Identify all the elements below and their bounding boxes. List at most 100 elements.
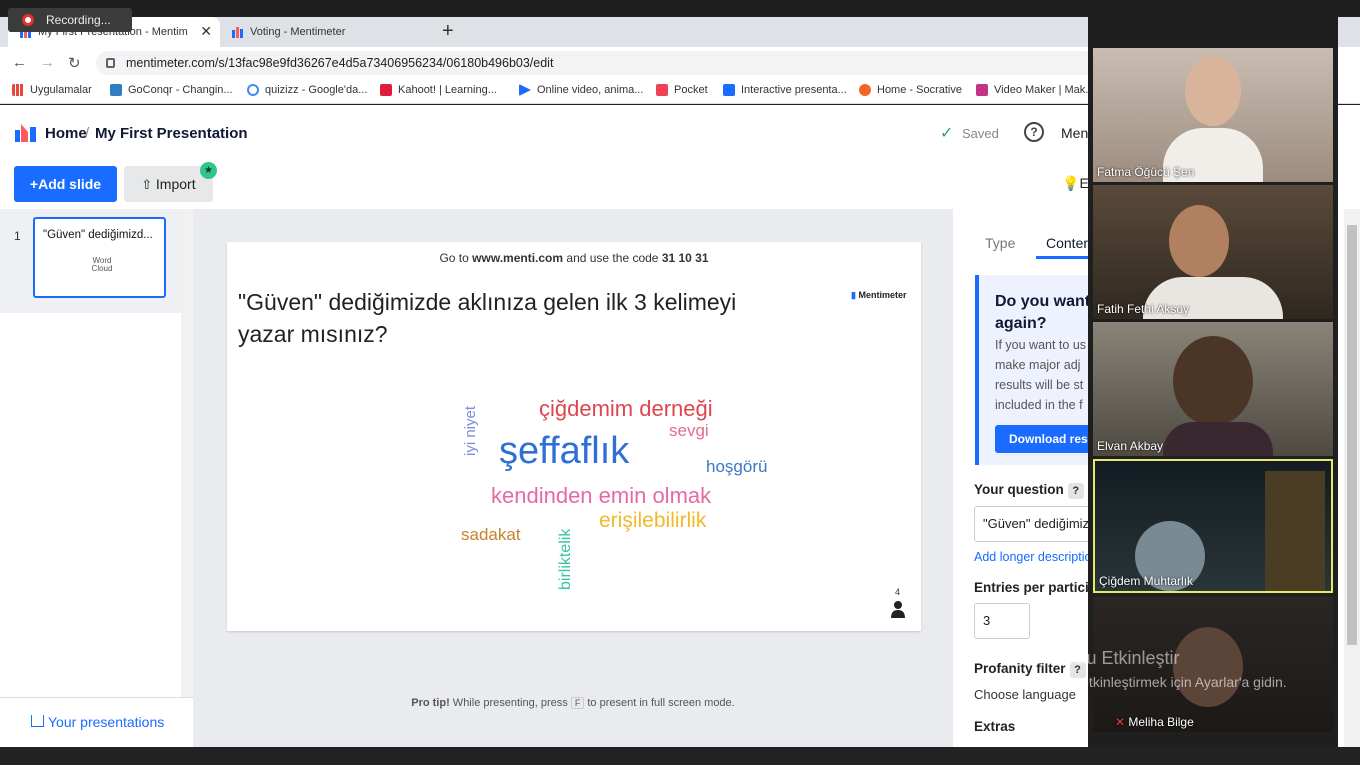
breadcrumb-presentation[interactable]: My First Presentation <box>95 125 248 142</box>
bookmark-apps[interactable]: Uygulamalar <box>12 84 92 96</box>
entries-input[interactable]: 3 <box>974 603 1030 639</box>
word-cloud-word: şeffaflık <box>499 430 630 472</box>
windows-activation-title: Windows'u Etkinleştir <box>1010 648 1180 668</box>
participant-video[interactable]: Fatih Fethi Aksoy <box>1093 185 1333 319</box>
tab-voting[interactable]: Voting - Mentimeter <box>220 17 430 47</box>
participant-count: 4 <box>895 587 901 597</box>
participant-name: ✕ Meliha Bilge <box>1115 715 1194 729</box>
play-icon <box>519 84 531 96</box>
question-input[interactable]: "Güven" dediğimiz <box>974 506 1094 542</box>
page-scrollbar[interactable] <box>1344 209 1360 747</box>
help-icon[interactable]: ? <box>1024 122 1044 142</box>
url-text: mentimeter.com/s/13fac98e9fd36267e4d5a73… <box>126 56 554 70</box>
plus-icon: + <box>29 176 39 192</box>
person-icon <box>891 601 905 618</box>
new-tab-button[interactable]: + <box>442 20 454 43</box>
join-instructions: Go to www.menti.com and use the code 31 … <box>439 251 709 265</box>
scrollbar-thumb[interactable] <box>1347 225 1357 645</box>
pro-tip: Pro tip! While presenting, press F to pr… <box>411 697 735 709</box>
thumbnail-title: "Güven" dediğimizd... <box>43 229 153 241</box>
bookmark-kahoot[interactable]: Kahoot! | Learning... <box>380 84 497 96</box>
slide-list-item[interactable]: 1 "Güven" dediğimizd... Word Cloud <box>0 209 181 313</box>
mentimeter-brand: ▮ Mentimeter <box>851 290 907 300</box>
url-field[interactable]: mentimeter.com/s/13fac98e9fd36267e4d5a73… <box>96 51 1096 75</box>
video-call-panel: Fatma Öğücü Şen Fatih Fethi Aksoy Elvan … <box>1088 17 1338 747</box>
slide-question: "Güven" dediğimizde aklınıza gelen ilk 3… <box>238 289 737 347</box>
lightbulb-icon[interactable]: 💡E <box>1062 175 1089 192</box>
participant-name: Fatma Öğücü Şen <box>1097 165 1195 179</box>
person-silhouette-icon <box>1185 56 1241 126</box>
help-icon[interactable]: ? <box>1067 483 1084 499</box>
apps-grid-icon <box>12 84 24 96</box>
slide-canvas-area: Go to www.menti.com and use the code 31 … <box>193 209 953 747</box>
recording-label: Recording... <box>46 13 111 27</box>
person-body-icon <box>1163 422 1273 456</box>
breadcrumb-separator: / <box>85 125 90 142</box>
info-box: Do you want again? If you want to us mak… <box>975 275 1115 465</box>
tab-content[interactable]: Conter <box>1046 235 1088 251</box>
your-question-label: Your question? <box>974 482 1084 499</box>
slide-thumbnail[interactable]: "Güven" dediğimizd... Word Cloud <box>33 217 166 298</box>
participant-name: Elvan Akbay <box>1097 439 1164 453</box>
mentimeter-small-logo-icon: ▮ <box>851 290 856 300</box>
your-presentations-link[interactable]: Your presentations <box>0 697 193 747</box>
word-cloud-word: çiğdemim derneği <box>539 396 713 421</box>
participant-video-active[interactable]: Çiğdem Muhtarlık <box>1093 459 1333 593</box>
video-maker-icon <box>976 84 988 96</box>
forward-icon[interactable]: → <box>40 54 55 71</box>
slides-scrollbar[interactable] <box>181 209 193 697</box>
word-cloud-word: hoşgörü <box>706 457 768 476</box>
breadcrumb-home[interactable]: Home <box>45 125 87 142</box>
goconqr-icon <box>110 84 122 96</box>
bookmark-pocket[interactable]: Pocket <box>656 84 708 96</box>
active-tab-indicator <box>1036 256 1096 259</box>
entries-label: Entries per particip <box>974 580 1098 595</box>
word-cloud-word: sadakat <box>461 525 521 544</box>
slides-panel: 1 "Güven" dediğimizd... Word Cloud Your … <box>0 209 193 747</box>
reload-icon[interactable]: ↻ <box>68 54 81 72</box>
mentimeter-favicon-icon <box>232 27 243 38</box>
bookmark-quizizz[interactable]: quizizz - Google'da... <box>247 84 367 96</box>
person-silhouette-icon <box>1173 627 1243 707</box>
slide-number: 1 <box>14 229 21 243</box>
add-longer-description-link[interactable]: Add longer descriptio <box>974 550 1091 564</box>
word-cloud-word: birliktelik <box>557 528 574 590</box>
google-icon <box>247 84 259 96</box>
word-cloud-word: iyi niyet <box>462 405 479 456</box>
tab-title: Voting - Mentimeter <box>250 26 346 38</box>
participant-video[interactable]: Fatma Öğücü Şen <box>1093 48 1333 182</box>
bookmark-online-video[interactable]: Online video, anima... <box>519 84 643 96</box>
extras-label: Extras <box>974 719 1016 734</box>
participant-name: Çiğdem Muhtarlık <box>1099 574 1194 588</box>
add-slide-button[interactable]: +Add slide <box>14 166 117 202</box>
taskbar-strip <box>0 747 1360 765</box>
muted-mic-icon: ✕ <box>1115 715 1129 729</box>
socrative-icon <box>859 84 871 96</box>
lock-icon <box>106 58 115 68</box>
mentimeter-icon <box>723 84 735 96</box>
close-tab-icon[interactable]: ✕ <box>200 23 212 40</box>
tab-type[interactable]: Type <box>985 235 1015 251</box>
bookmark-goconqr[interactable]: GoConqr - Changin... <box>110 84 233 96</box>
menu-button[interactable]: Men <box>1061 125 1088 141</box>
person-silhouette-icon <box>1169 205 1229 277</box>
slide-preview[interactable]: Go to www.menti.com and use the code 31 … <box>227 242 921 631</box>
window-light-icon <box>1265 471 1325 591</box>
star-badge-icon: ★ <box>200 162 217 179</box>
upload-icon: ⇧ <box>141 177 156 192</box>
join-url: www.menti.com <box>472 251 564 265</box>
participant-video[interactable]: Elvan Akbay <box>1093 322 1333 456</box>
wordcloud-thumbnail-icon: Word Cloud <box>91 256 113 273</box>
word-cloud-word: kendinden emin olmak <box>491 483 712 508</box>
word-cloud-word: sevgi <box>669 421 709 440</box>
saved-status: Saved <box>962 126 999 141</box>
mentimeter-logo-icon[interactable] <box>15 124 37 142</box>
info-title: Do you want again? <box>995 293 1091 332</box>
pocket-icon <box>656 84 668 96</box>
back-icon[interactable]: ← <box>12 54 27 71</box>
bookmark-video-maker[interactable]: Video Maker | Mak... <box>976 84 1094 96</box>
join-code: 31 10 31 <box>661 251 709 265</box>
screen: My First Presentation - Mentimete ✕ Voti… <box>0 0 1360 765</box>
bookmark-socrative[interactable]: Home - Socrative <box>859 84 962 96</box>
bookmark-interactive[interactable]: Interactive presenta... <box>723 84 847 96</box>
